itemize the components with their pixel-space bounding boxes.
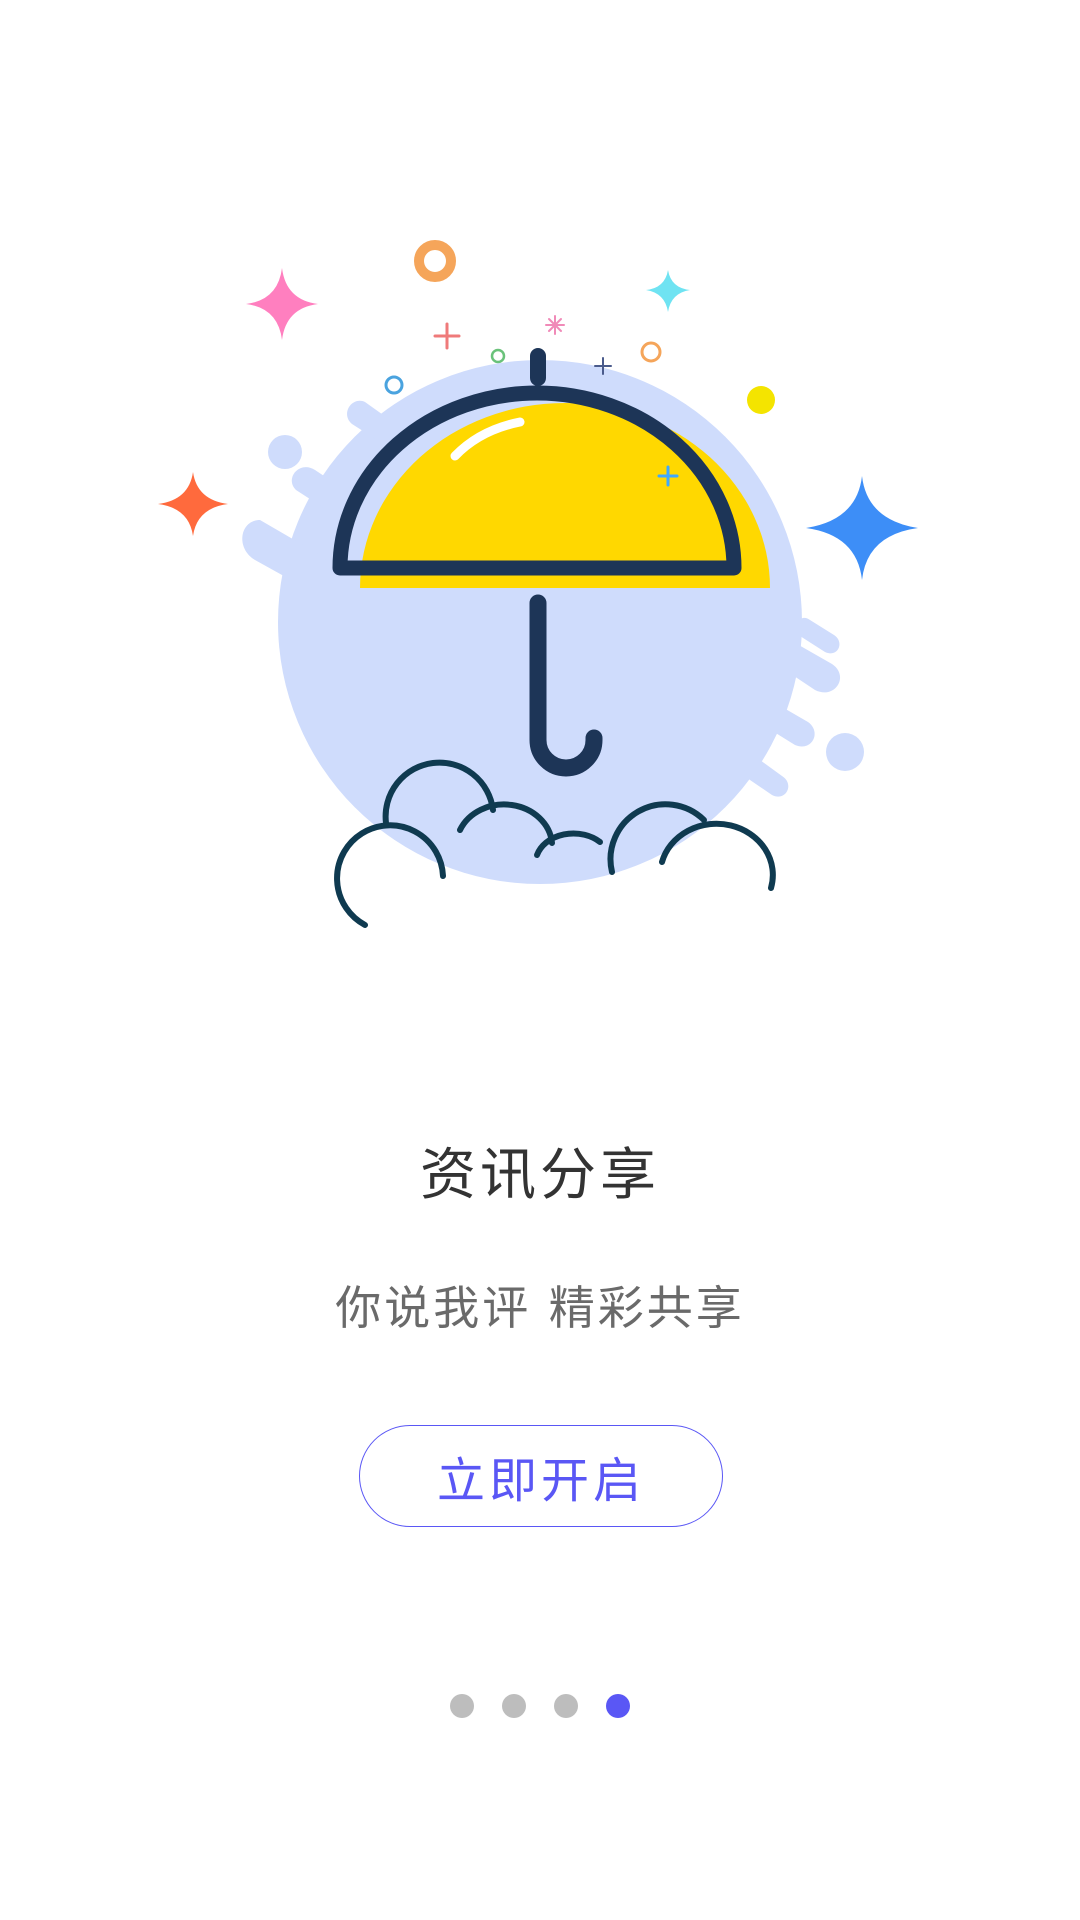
green-ring-icon (490, 348, 506, 364)
orange-sparkle-icon (158, 472, 228, 536)
page-indicator (0, 1694, 1080, 1720)
blue-sparkle-icon (806, 476, 918, 580)
umbrella-illustration (158, 240, 918, 928)
red-plus-icon (433, 322, 461, 350)
pink-sparkle-icon (246, 268, 318, 340)
blue-ring-icon (384, 375, 404, 395)
page-subtitle: 你说我评 精彩共享 (335, 1281, 745, 1335)
page-indicator-dot[interactable] (554, 1694, 578, 1718)
orange-small-ring-icon (640, 341, 662, 363)
page-title: 资讯分享 (420, 1143, 660, 1208)
page-indicator-dot[interactable] (450, 1694, 474, 1718)
orange-ring-icon (414, 240, 456, 282)
yellow-dot-icon (747, 386, 775, 414)
start-now-button[interactable]: 立即开启 (359, 1425, 723, 1527)
cyan-sparkle-icon (646, 270, 690, 312)
page-indicator-dot[interactable] (502, 1694, 526, 1718)
pink-asterisk-icon (545, 315, 565, 335)
page-indicator-dot-active[interactable] (606, 1694, 630, 1718)
